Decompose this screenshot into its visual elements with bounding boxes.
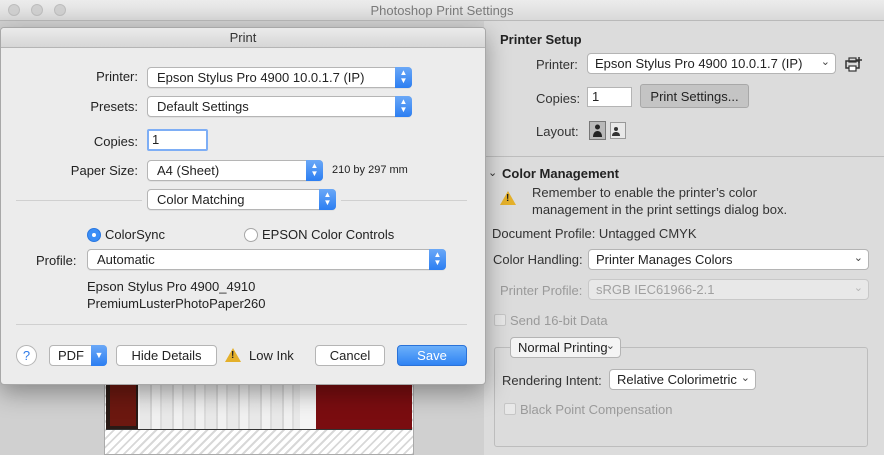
chevron-down-icon: ⌄ <box>740 372 750 384</box>
separator <box>16 200 142 201</box>
chevron-down-icon: ⌄ <box>853 282 863 294</box>
color-notice-line1: Remember to enable the printer’s color <box>532 185 757 200</box>
ps-printer-select[interactable]: Epson Stylus Pro 4900 10.0.1.7 (IP) ⌄ <box>587 53 836 74</box>
printer-label: Printer: <box>96 69 138 84</box>
stepper-icon: ▲ ▼ <box>306 160 323 181</box>
color-management-title: Color Management <box>502 166 620 181</box>
separator <box>16 324 467 325</box>
printer-profile-label: Printer Profile: <box>500 283 583 298</box>
profile-description-line2: PremiumLusterPhotoPaper260 <box>87 296 266 311</box>
chevron-down-icon: ⌄ <box>853 252 863 264</box>
portrait-layout-icon[interactable] <box>589 121 606 140</box>
photoshop-titlebar: Photoshop Print Settings <box>0 0 884 21</box>
send-16bit-label: Send 16-bit Data <box>510 313 608 328</box>
settings-panel: Printer Setup Printer: Epson Stylus Pro … <box>484 21 884 455</box>
send-16bit-checkbox[interactable] <box>494 314 506 326</box>
paper-dimensions: 210 by 297 mm <box>332 164 408 176</box>
color-notice-line2: management in the print settings dialog … <box>532 202 788 217</box>
print-dialog-title: Print <box>229 30 257 45</box>
print-dialog: Print Printer: Epson Stylus Pro 4900 10.… <box>0 27 486 385</box>
profile-description-line1: Epson Stylus Pro 4900_4910 <box>87 279 256 294</box>
black-point-label: Black Point Compensation <box>520 402 673 417</box>
panel-select[interactable]: Color Matching ▲ ▼ <box>147 189 336 210</box>
print-dialog-titlebar: Print <box>1 28 485 48</box>
separator <box>341 200 467 201</box>
epson-color-controls-radio[interactable] <box>244 228 258 242</box>
colorsync-label: ColorSync <box>105 227 165 242</box>
color-handling-label: Color Handling: <box>493 252 583 267</box>
cancel-button[interactable]: Cancel <box>315 345 385 366</box>
preview-image <box>106 380 412 430</box>
presets-label: Presets: <box>90 99 138 114</box>
stepper-icon: ▲ ▼ <box>395 96 412 117</box>
chevron-down-icon: ⌄ <box>820 56 830 68</box>
rendering-intent-label: Rendering Intent: <box>502 373 602 388</box>
copies-input[interactable]: 1 <box>147 129 208 151</box>
window-title: Photoshop Print Settings <box>370 3 514 18</box>
document-profile-text: Document Profile: Untagged CMYK <box>492 226 697 241</box>
paper-size-select[interactable]: A4 (Sheet) ▲ ▼ <box>147 160 323 181</box>
epson-color-controls-label: EPSON Color Controls <box>262 227 395 242</box>
presets-select[interactable]: Default Settings ▲ ▼ <box>147 96 412 117</box>
landscape-layout-icon[interactable] <box>610 122 626 139</box>
printing-options-group <box>494 347 868 447</box>
stepper-icon: ▲ ▼ <box>429 249 446 270</box>
printer-profile-select[interactable]: sRGB IEC61966-2.1 ⌄ <box>588 279 869 300</box>
colorsync-radio[interactable] <box>87 228 101 242</box>
black-point-checkbox[interactable] <box>504 403 516 415</box>
warning-icon: ! <box>500 191 516 205</box>
pdf-menu-button[interactable]: PDF ▼ <box>49 345 107 366</box>
printer-setup-title: Printer Setup <box>500 32 582 47</box>
paper-size-label: Paper Size: <box>70 163 138 178</box>
chevron-down-icon: ⌄ <box>605 340 615 352</box>
profile-label: Profile: <box>36 253 77 268</box>
profile-select[interactable]: Automatic ▲ ▼ <box>87 249 446 270</box>
help-button[interactable]: ? <box>16 345 37 366</box>
layout-label: Layout: <box>536 124 579 139</box>
ps-printer-label: Printer: <box>536 57 578 72</box>
normal-printing-select[interactable]: Normal Printing ⌄ <box>510 337 621 358</box>
copies-label: Copies: <box>93 134 138 149</box>
color-handling-select[interactable]: Printer Manages Colors ⌄ <box>588 249 869 270</box>
low-ink-label: Low Ink <box>249 348 294 363</box>
warning-icon: ! <box>225 348 241 362</box>
ps-copies-label: Copies: <box>536 91 581 106</box>
printer-add-icon[interactable] <box>844 55 864 73</box>
chevron-down-icon[interactable]: ⌄ <box>488 166 497 179</box>
print-settings-button[interactable]: Print Settings... <box>640 84 749 108</box>
printer-select[interactable]: Epson Stylus Pro 4900 10.0.1.7 (IP) ▲ ▼ <box>147 67 412 88</box>
stepper-icon: ▲ ▼ <box>395 67 412 88</box>
stepper-icon: ▲ ▼ <box>319 189 336 210</box>
rendering-intent-select[interactable]: Relative Colorimetric ⌄ <box>609 369 756 390</box>
hide-details-button[interactable]: Hide Details <box>116 345 217 366</box>
chevron-down-icon: ▼ <box>91 345 107 366</box>
ps-copies-input[interactable]: 1 <box>587 87 632 107</box>
section-divider <box>484 156 884 157</box>
save-button[interactable]: Save <box>397 345 467 366</box>
